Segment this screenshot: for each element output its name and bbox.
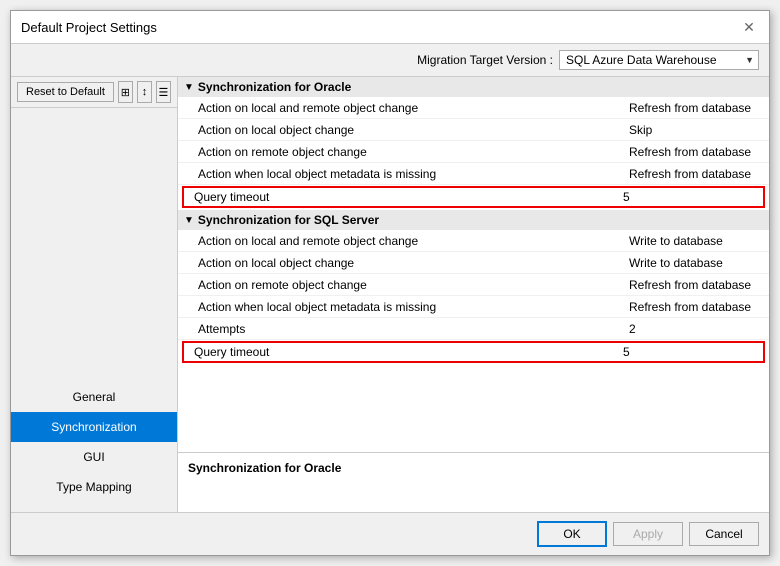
oracle-row1-name: Action on local and remote object change bbox=[198, 101, 609, 115]
oracle-section: ▼ Synchronization for Oracle Action on l… bbox=[178, 77, 769, 208]
reset-button[interactable]: Reset to Default bbox=[17, 82, 114, 102]
sidebar-item-gui[interactable]: GUI bbox=[11, 442, 177, 472]
oracle-row3-value: Refresh from database bbox=[609, 145, 759, 159]
right-panel: ▼ Synchronization for Oracle Action on l… bbox=[178, 77, 769, 512]
table-row: Action on local object change Write to d… bbox=[178, 252, 769, 274]
migration-select-wrapper[interactable]: SQL Azure Data Warehouse SQL Server 2019… bbox=[559, 50, 759, 70]
migration-select[interactable]: SQL Azure Data Warehouse SQL Server 2019… bbox=[559, 50, 759, 70]
oracle-row2-name: Action on local object change bbox=[198, 123, 609, 137]
title-bar: Default Project Settings ✕ bbox=[11, 11, 769, 44]
main-content: Reset to Default ⊞ ↕ ☰ General Synchroni… bbox=[11, 77, 769, 512]
nav-items: General Synchronization GUI Type Mapping bbox=[11, 108, 177, 512]
oracle-chevron-icon: ▼ bbox=[184, 82, 194, 93]
table-row: Action on remote object change Refresh f… bbox=[178, 274, 769, 296]
table-row: Action when local object metadata is mis… bbox=[178, 163, 769, 185]
table-row: Action on local and remote object change… bbox=[178, 97, 769, 119]
oracle-row4-value: Refresh from database bbox=[609, 167, 759, 181]
sql-row3-name: Action on remote object change bbox=[198, 278, 609, 292]
apply-button[interactable]: Apply bbox=[613, 522, 683, 546]
oracle-section-title: Synchronization for Oracle bbox=[198, 80, 351, 94]
sql-query-timeout-label: Query timeout bbox=[194, 345, 603, 359]
footer: OK Apply Cancel bbox=[11, 512, 769, 555]
sql-query-timeout-row[interactable]: Query timeout 5 bbox=[182, 341, 765, 363]
toolbar-btn-sort[interactable]: ↕ bbox=[137, 81, 152, 103]
sql-row1-value: Write to database bbox=[609, 234, 759, 248]
dialog-title: Default Project Settings bbox=[21, 20, 157, 35]
oracle-row1-value: Refresh from database bbox=[609, 101, 759, 115]
sql-row4-name: Action when local object metadata is mis… bbox=[198, 300, 609, 314]
sql-query-timeout-value: 5 bbox=[603, 345, 753, 359]
sidebar-item-type-mapping[interactable]: Type Mapping bbox=[11, 472, 177, 502]
table-row: Action when local object metadata is mis… bbox=[178, 296, 769, 318]
sql-row4-value: Refresh from database bbox=[609, 300, 759, 314]
cancel-button[interactable]: Cancel bbox=[689, 522, 759, 546]
migration-label: Migration Target Version : bbox=[417, 53, 553, 67]
oracle-row3-name: Action on remote object change bbox=[198, 145, 609, 159]
table-row: Attempts 2 bbox=[178, 318, 769, 340]
bottom-section-title: Synchronization for Oracle bbox=[188, 461, 341, 475]
sql-attempts-value: 2 bbox=[609, 322, 759, 336]
sidebar-item-synchronization[interactable]: Synchronization bbox=[11, 412, 177, 442]
sqlserver-section: ▼ Synchronization for SQL Server Action … bbox=[178, 210, 769, 363]
oracle-query-timeout-row[interactable]: Query timeout 5 bbox=[182, 186, 765, 208]
oracle-query-timeout-label: Query timeout bbox=[194, 190, 603, 204]
toolbar-btn-grid[interactable]: ⊞ bbox=[118, 81, 133, 103]
table-row: Action on local object change Skip bbox=[178, 119, 769, 141]
toolbar-btn-list[interactable]: ☰ bbox=[156, 81, 171, 103]
sqlserver-chevron-icon: ▼ bbox=[184, 215, 194, 226]
oracle-query-timeout-value: 5 bbox=[603, 190, 753, 204]
close-button[interactable]: ✕ bbox=[739, 17, 759, 37]
sql-row2-value: Write to database bbox=[609, 256, 759, 270]
sql-row1-name: Action on local and remote object change bbox=[198, 234, 609, 248]
dialog: Default Project Settings ✕ Migration Tar… bbox=[10, 10, 770, 556]
sqlserver-section-header[interactable]: ▼ Synchronization for SQL Server bbox=[178, 210, 769, 230]
oracle-section-header[interactable]: ▼ Synchronization for Oracle bbox=[178, 77, 769, 97]
sql-attempts-label: Attempts bbox=[198, 322, 609, 336]
bottom-section: Synchronization for Oracle bbox=[178, 452, 769, 512]
top-bar: Migration Target Version : SQL Azure Dat… bbox=[11, 44, 769, 77]
sql-row3-value: Refresh from database bbox=[609, 278, 759, 292]
table-row: Action on local and remote object change… bbox=[178, 230, 769, 252]
oracle-row2-value: Skip bbox=[609, 123, 759, 137]
sqlserver-section-title: Synchronization for SQL Server bbox=[198, 213, 379, 227]
sql-row2-name: Action on local object change bbox=[198, 256, 609, 270]
table-row: Action on remote object change Refresh f… bbox=[178, 141, 769, 163]
toolbar: Reset to Default ⊞ ↕ ☰ bbox=[11, 77, 177, 108]
ok-button[interactable]: OK bbox=[537, 521, 607, 547]
settings-tree: ▼ Synchronization for Oracle Action on l… bbox=[178, 77, 769, 452]
oracle-row4-name: Action when local object metadata is mis… bbox=[198, 167, 609, 181]
left-panel: Reset to Default ⊞ ↕ ☰ General Synchroni… bbox=[11, 77, 178, 512]
sidebar-item-general[interactable]: General bbox=[11, 382, 177, 412]
